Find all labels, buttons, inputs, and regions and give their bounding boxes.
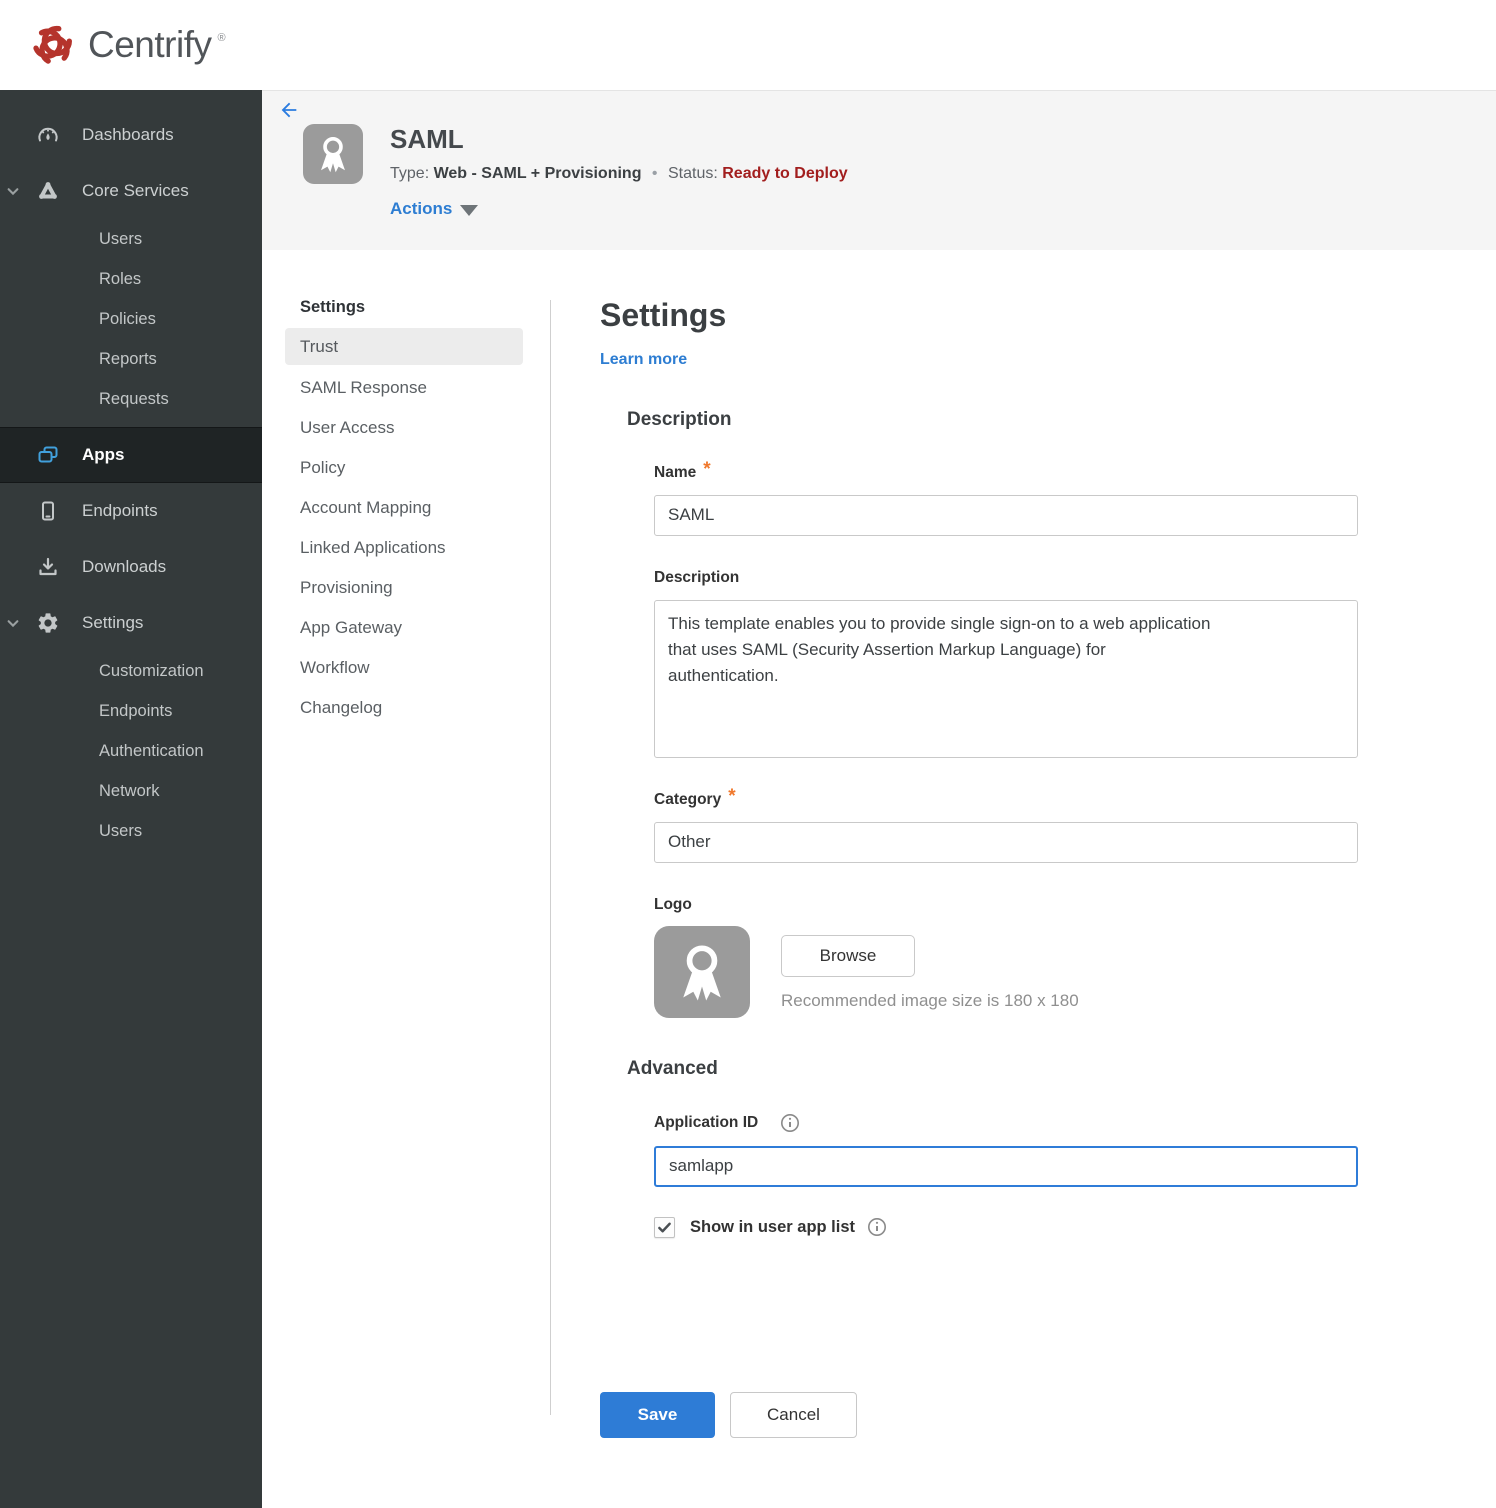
show-in-app-list-label: Show in user app list (690, 1217, 856, 1236)
app-type-status: Type: Web - SAML + Provisioning • Status… (390, 165, 848, 183)
logo-size-hint: Recommended image size is 180 x 180 (781, 990, 1079, 1010)
description-textarea[interactable]: This template enables you to provide sin… (654, 599, 1358, 758)
sidebar-subitem-network[interactable]: Network (0, 771, 262, 811)
sidebar-subitem-authentication[interactable]: Authentication (0, 731, 262, 771)
sidebar-item-core-services[interactable]: Core Services (0, 163, 262, 219)
subnav-item-policy[interactable]: Policy (285, 448, 523, 488)
status-value: Ready to Deploy (722, 165, 848, 182)
info-icon[interactable] (867, 1217, 887, 1237)
sidebar-subitem-reports[interactable]: Reports (0, 339, 262, 379)
sidebar-item-label: Dashboards (82, 125, 174, 144)
sidebar-item-label: Apps (82, 445, 125, 464)
sidebar-subitem-requests[interactable]: Requests (0, 379, 262, 419)
subnav-header: Settings (300, 298, 366, 316)
sidebar-item-dashboards[interactable]: Dashboards (0, 107, 262, 163)
description-label: Description (654, 568, 740, 586)
sidebar-item-label: Downloads (82, 557, 167, 576)
sidebar-subitem-users[interactable]: Users (0, 811, 262, 851)
core-services-icon (39, 182, 57, 199)
ribbon-award-icon (321, 137, 345, 173)
browse-button[interactable]: Browse (781, 934, 915, 977)
sidebar-item-label: Settings (82, 613, 144, 632)
dashboard-gauge-icon (38, 127, 58, 142)
subnav-item-provisioning[interactable]: Provisioning (285, 568, 523, 608)
brand-logo: Centrify ® (30, 22, 226, 68)
sidebar-subitem-customization[interactable]: Customization (0, 651, 262, 691)
gear-icon (38, 613, 58, 633)
chevron-down-icon (7, 188, 19, 196)
endpoints-phone-icon (42, 501, 54, 521)
subnav-item-user-access[interactable]: User Access (285, 408, 523, 448)
name-input[interactable] (654, 494, 1358, 536)
sidebar-subitem-endpoints[interactable]: Endpoints (0, 691, 262, 731)
subnav-item-trust[interactable]: Trust (285, 328, 523, 365)
caret-down-icon (460, 204, 479, 216)
subnav-item-linked-applications[interactable]: Linked Applications (285, 528, 523, 568)
description-section-heading: Description (627, 408, 732, 430)
subnav-item-changelog[interactable]: Changelog (285, 688, 523, 728)
sidebar-item-settings[interactable]: Settings (0, 595, 262, 651)
logo-label: Logo (654, 895, 692, 913)
advanced-section-heading: Advanced (627, 1057, 718, 1079)
sidebar-item-downloads[interactable]: Downloads (0, 539, 262, 595)
settings-panel: Settings Learn more Description Name * D… (550, 250, 1358, 1508)
actions-label: Actions (390, 199, 453, 218)
settings-subnav: Settings Trust SAML Response User Access… (262, 250, 550, 1508)
topbar: Centrify ® (0, 0, 1496, 90)
status-label: Status: (667, 165, 718, 182)
actions-dropdown[interactable]: Actions (390, 199, 479, 219)
application-id-label: Application ID (654, 1113, 1358, 1133)
vertical-divider (550, 300, 551, 1415)
centrify-logo-icon (33, 25, 72, 64)
show-in-app-list-checkbox[interactable] (654, 1216, 675, 1238)
registered-mark: ® (217, 32, 226, 44)
application-id-input[interactable] (654, 1145, 1358, 1187)
apps-icon (38, 446, 58, 463)
category-label: Category * (654, 785, 736, 808)
subnav-item-account-mapping[interactable]: Account Mapping (285, 488, 523, 528)
back-button[interactable] (276, 98, 302, 124)
downloads-icon (39, 557, 57, 576)
sidebar-item-apps[interactable]: Apps (0, 427, 262, 483)
subnav-item-workflow[interactable]: Workflow (285, 648, 523, 688)
save-button[interactable]: Save (600, 1391, 715, 1438)
sidebar-subitem-roles[interactable]: Roles (0, 259, 262, 299)
type-value: Web - SAML + Provisioning (433, 165, 642, 182)
separator-dot: • (651, 165, 658, 182)
app-logo-preview (654, 925, 750, 1018)
sidebar-subitem-policies[interactable]: Policies (0, 299, 262, 339)
chevron-down-icon (7, 620, 19, 628)
required-asterisk: * (728, 785, 736, 807)
checkmark-icon (658, 1222, 671, 1233)
sidebar-item-endpoints[interactable]: Endpoints (0, 483, 262, 539)
sidebar-item-label: Endpoints (82, 501, 158, 520)
app-logo (303, 124, 363, 184)
category-input[interactable] (654, 821, 1358, 863)
sidebar: Dashboards Core Services Users Roles Pol… (0, 90, 262, 1508)
app-header: SAML Type: Web - SAML + Provisioning • S… (262, 90, 1496, 250)
sidebar-subitem-users[interactable]: Users (0, 219, 262, 259)
brand-name: Centrify (88, 24, 212, 65)
required-asterisk: * (703, 458, 711, 480)
app-title: SAML (390, 124, 464, 154)
subnav-item-app-gateway[interactable]: App Gateway (285, 608, 523, 648)
learn-more-link[interactable]: Learn more (600, 351, 687, 369)
subnav-item-saml-response[interactable]: SAML Response (285, 368, 523, 408)
sidebar-item-label: Core Services (82, 181, 189, 200)
name-label: Name * (654, 458, 711, 481)
page-title: Settings (600, 297, 727, 333)
type-label: Type: (390, 165, 430, 182)
page: Centrify ® Dashboards Core Services User… (0, 0, 1496, 1508)
info-icon[interactable] (780, 1113, 800, 1133)
back-arrow-icon (281, 102, 297, 117)
ribbon-award-icon (683, 945, 721, 1001)
cancel-button[interactable]: Cancel (730, 1391, 857, 1438)
